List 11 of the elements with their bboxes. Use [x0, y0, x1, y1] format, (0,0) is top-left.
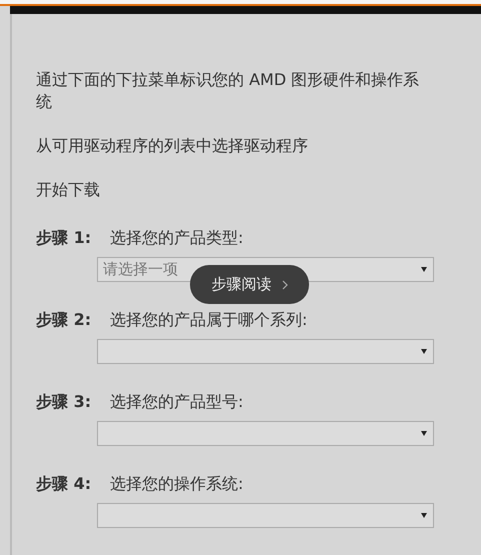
- instruction-text: 从可用驱动程序的列表中选择驱动程序: [36, 135, 309, 157]
- step-label: 步骤 4:: [36, 473, 92, 495]
- step-label: 步骤 2:: [36, 309, 92, 331]
- step-label: 步骤 1:: [36, 227, 92, 249]
- step-prompt: 选择您的产品型号:: [110, 391, 244, 413]
- step-prompt: 选择您的产品属于哪个系列:: [110, 309, 308, 331]
- instruction-text: 通过下面的下拉菜单标识您的 AMD 图形硬件和操作系统: [36, 69, 420, 113]
- step-prompt: 选择您的操作系统:: [110, 473, 244, 495]
- step-prompt: 选择您的产品类型:: [110, 227, 244, 249]
- instruction-text: 开始下载: [36, 179, 101, 201]
- step-label: 步骤 3:: [36, 391, 92, 413]
